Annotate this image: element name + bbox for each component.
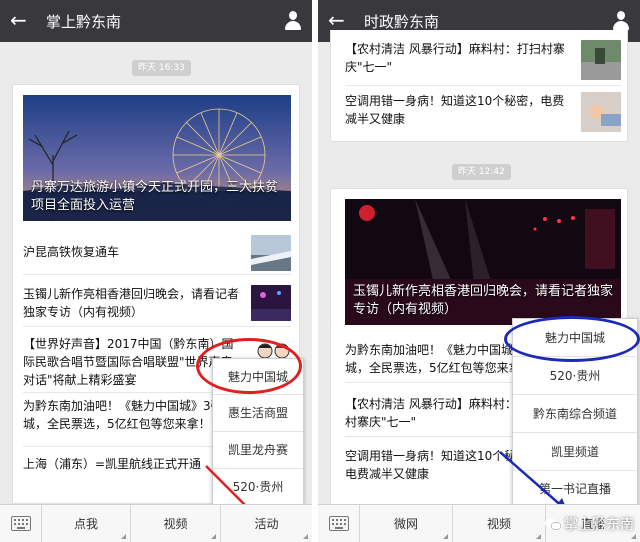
submenu-item[interactable]: 第一书记直播 (513, 471, 637, 507)
blue-highlight-circle (504, 316, 640, 362)
red-highlight-circle (196, 338, 302, 394)
menu-label: 视频 (163, 517, 188, 531)
submenu-item[interactable]: 惠生活商盟 (213, 395, 303, 432)
news-thumbnail (581, 92, 621, 132)
profile-icon[interactable] (284, 11, 302, 31)
submenu-indicator-icon (536, 534, 541, 539)
menu-button-activity[interactable]: 活动 (221, 505, 312, 542)
hero-article[interactable]: 丹寨万达旅游小镇今天正式开园，三大扶贫项目全面投入运营 (23, 95, 291, 221)
hero-caption: 丹寨万达旅游小镇今天正式开园，三大扶贫项目全面投入运营 (31, 180, 279, 213)
news-title: 沪昆高铁恢复通车 (23, 245, 120, 259)
news-thumbnail (251, 235, 291, 271)
wechat-icon (545, 518, 561, 530)
news-row[interactable]: 空调用错一身病！知道这10个秘密，电费减半又健康 (345, 88, 621, 138)
menu-label: 活动 (254, 517, 279, 531)
submenu-indicator-icon (443, 534, 448, 539)
timestamp-label: 昨天 12:42 (452, 164, 511, 180)
submenu-item[interactable]: 凯里龙舟赛 (213, 432, 303, 469)
top-bar: ← 掌上黔东南 (0, 0, 312, 42)
keyboard-toggle[interactable] (0, 505, 42, 542)
news-thumbnail (251, 285, 291, 321)
watermark: 掌上黔东南 (545, 514, 634, 534)
submenu-item[interactable]: 黔东南综合频道 (513, 395, 637, 433)
news-thumbnail (581, 40, 621, 80)
menu-button-microsite[interactable]: 微网 (360, 505, 453, 542)
right-screen: ← 时政黔东南 【农村清洁 风暴行动】麻料村：打扫村寨庆"七一" 空调用错一身病… (318, 0, 640, 542)
news-title: 玉镯儿新作亮相香港回归晚会，请看记者独家专访（内有视频） (23, 287, 240, 319)
submenu-item[interactable]: 520·贵州 (513, 357, 637, 395)
timestamp-label: 昨天 16:33 (132, 60, 191, 76)
keyboard-icon (11, 516, 31, 531)
submenu-indicator-icon (631, 534, 636, 539)
article-card-previous: 【农村清洁 风暴行动】麻料村：打扫村寨庆"七一" 空调用错一身病！知道这10个秘… (330, 30, 628, 142)
news-row[interactable]: 沪昆高铁恢复通车 (23, 231, 291, 275)
hero-article[interactable]: 玉镯儿新作亮相香港回归晚会，请看记者独家专访（内有视频） (345, 199, 621, 325)
menu-button-video[interactable]: 视频 (453, 505, 546, 542)
account-title: 掌上黔东南 (46, 13, 122, 31)
left-screen: ← 掌上黔东南 昨天 16:33 丹寨万达旅游小镇今天正式开园，三大扶贫项目全面… (0, 0, 312, 542)
watermark-text: 掌上黔东南 (564, 517, 634, 533)
account-title: 时政黔东南 (364, 13, 440, 31)
menu-label: 点我 (73, 517, 98, 531)
news-row[interactable]: 玉镯儿新作亮相香港回归晚会，请看记者独家专访（内有视频） (23, 281, 291, 327)
news-title: 为黔东南加油吧！《魅力中国城》3强城，全民票选，5亿红包等您来拿！ (23, 399, 223, 431)
keyboard-toggle[interactable] (318, 505, 360, 542)
news-title: 空调用错一身病！知道这10个秘密，电费减半又健康 (345, 94, 565, 126)
submenu-indicator-icon (303, 534, 308, 539)
news-title: 【农村清洁 风暴行动】麻料村：打扫村寨庆"七一" (345, 42, 565, 74)
menu-label: 微网 (393, 517, 418, 531)
profile-icon[interactable] (612, 11, 630, 31)
bottom-menu-bar: 点我 视频 活动 (0, 504, 312, 542)
keyboard-icon (329, 516, 349, 531)
menu-label: 视频 (486, 517, 511, 531)
submenu-indicator-icon (211, 534, 216, 539)
menu-button-dianwo[interactable]: 点我 (42, 505, 131, 542)
back-arrow-icon[interactable]: ← (328, 8, 345, 32)
hero-caption: 玉镯儿新作亮相香港回归晚会，请看记者独家专访（内有视频） (353, 284, 614, 317)
submenu-indicator-icon (121, 534, 126, 539)
submenu-item[interactable]: 凯里频道 (513, 433, 637, 471)
back-arrow-icon[interactable]: ← (10, 8, 27, 32)
news-row[interactable]: 【农村清洁 风暴行动】麻料村：打扫村寨庆"七一" (345, 36, 621, 86)
submenu-item[interactable]: 520·贵州 (213, 469, 303, 505)
news-title: 上海（浦东）=凯里航线正式开通 (23, 457, 202, 471)
menu-button-video[interactable]: 视频 (131, 505, 221, 542)
